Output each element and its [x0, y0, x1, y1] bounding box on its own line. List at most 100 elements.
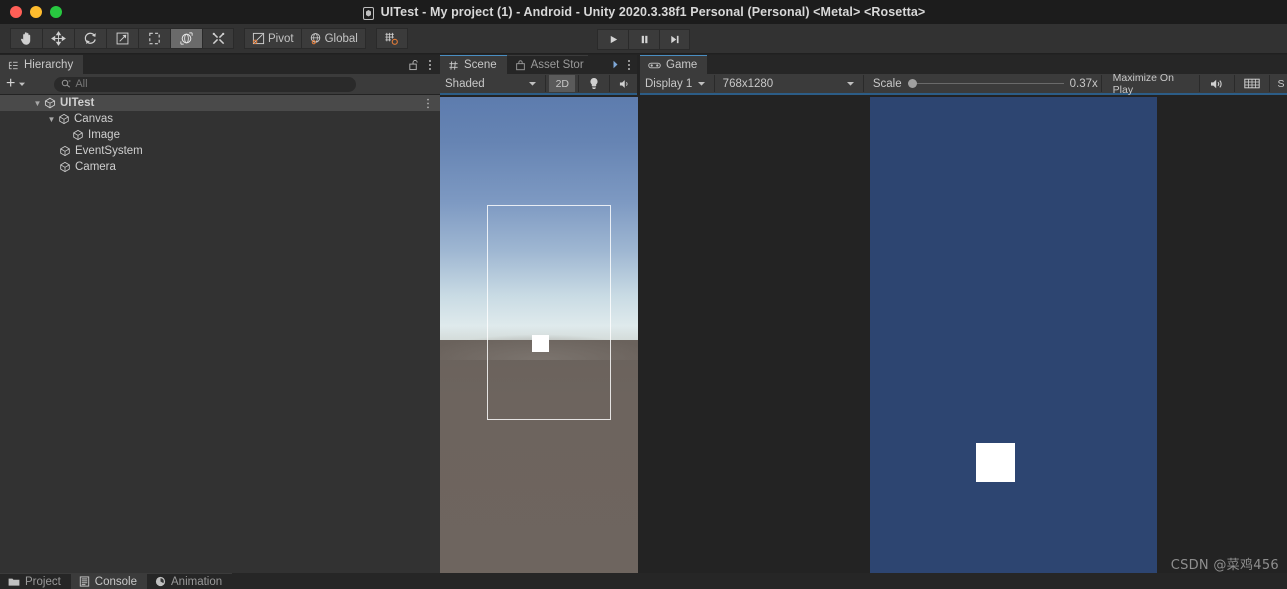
scene-viewport[interactable]: [440, 97, 638, 573]
tree-row-camera[interactable]: Camera: [0, 159, 440, 175]
twisty-expanded-icon[interactable]: ▼: [45, 115, 58, 124]
gizmos-grid-icon: [1244, 78, 1260, 89]
window-titlebar: UITest - My project (1) - Android - Unit…: [0, 0, 1287, 24]
speaker-icon: [619, 78, 631, 90]
zoom-window-button[interactable]: [50, 6, 62, 18]
maximize-on-play-label: Maximize On Play: [1112, 71, 1174, 96]
scene-toolbar: Shaded 2D: [440, 74, 638, 95]
tab-hierarchy[interactable]: Hierarchy: [0, 55, 84, 74]
tab-scene-label: Scene: [464, 59, 497, 71]
scene-draw-mode-dropdown[interactable]: Shaded: [440, 75, 543, 92]
game-mute-toggle[interactable]: [1203, 75, 1232, 92]
chevron-down-icon: [528, 79, 537, 88]
rotate-icon: [83, 31, 98, 46]
minimize-window-button[interactable]: [30, 6, 42, 18]
tab-game-label: Game: [666, 59, 698, 71]
step-icon: [669, 34, 680, 45]
tree-row-uitest[interactable]: ▼ UITest: [0, 95, 440, 111]
hierarchy-toolbar: + All: [0, 74, 440, 95]
scene-grid-icon: [448, 60, 459, 71]
game-resolution-dropdown[interactable]: 768x1280: [717, 75, 860, 92]
game-resolution-label: 768x1280: [722, 77, 774, 90]
pause-button[interactable]: [628, 28, 659, 50]
game-stats-toggle[interactable]: S: [1272, 75, 1287, 92]
wrench-hammer-icon: [211, 31, 226, 46]
tree-label-uitest: UITest: [60, 97, 95, 109]
step-button[interactable]: [659, 28, 690, 50]
kebab-menu-icon[interactable]: [627, 59, 631, 71]
unity-editor-window: UITest - My project (1) - Android - Unit…: [0, 0, 1287, 589]
gameobject-icon: [58, 113, 70, 125]
hierarchy-tree: ▼ UITest ▼ Canvas Image EventSystem Came…: [0, 95, 440, 175]
game-display-dropdown[interactable]: Display 1: [640, 75, 711, 92]
tree-row-eventsystem[interactable]: EventSystem: [0, 143, 440, 159]
game-display-label: Display 1: [645, 77, 693, 90]
game-gizmos-toggle[interactable]: [1238, 75, 1267, 92]
tab-animation[interactable]: Animation: [147, 573, 233, 589]
tab-hierarchy-label: Hierarchy: [24, 59, 74, 71]
tab-game[interactable]: Game: [640, 55, 708, 74]
game-toolbar: Display 1 768x1280 Scale 0.37x Maximize …: [640, 72, 1287, 96]
rect-tool-button[interactable]: [138, 28, 170, 49]
speaker-icon: [1210, 78, 1224, 90]
tree-row-image[interactable]: Image: [0, 127, 440, 143]
twisty-expanded-icon[interactable]: ▼: [31, 99, 44, 108]
transform-tool-button[interactable]: [170, 28, 202, 49]
transform-tools-group: [10, 28, 234, 49]
console-icon: [79, 576, 90, 587]
globe-icon: [309, 32, 322, 45]
traffic-lights: [0, 6, 62, 18]
scene-icon: [44, 97, 56, 109]
pivot-global-group: Pivot Global: [244, 28, 366, 49]
close-window-button[interactable]: [10, 6, 22, 18]
lock-open-icon[interactable]: [408, 59, 419, 71]
game-viewport[interactable]: [870, 97, 1157, 573]
rotate-tool-button[interactable]: [74, 28, 106, 49]
scene-image-object[interactable]: [532, 335, 549, 352]
scale-icon: [115, 31, 130, 46]
tab-asset-store-label: Asset Stor: [530, 59, 584, 71]
custom-editor-tool-button[interactable]: [202, 28, 234, 49]
tab-console[interactable]: Console: [70, 573, 147, 589]
tab-asset-store[interactable]: Asset Stor: [506, 55, 588, 74]
hierarchy-tabbar: Hierarchy: [0, 55, 440, 74]
asset-store-icon: [515, 59, 526, 71]
maximize-on-play-toggle[interactable]: Maximize On Play: [1104, 72, 1197, 96]
clock-icon: [155, 576, 166, 587]
global-toggle-button[interactable]: Global: [300, 28, 366, 49]
create-gameobject-button[interactable]: +: [6, 76, 32, 92]
pause-icon: [639, 34, 650, 45]
scene-context-menu-icon[interactable]: [426, 95, 430, 111]
game-scale-slider[interactable]: Scale 0.37x: [867, 78, 1098, 90]
unity-logo-icon: [362, 6, 375, 20]
light-bulb-icon: [588, 77, 600, 90]
grid-snap-button[interactable]: [375, 28, 408, 49]
slider-track: [907, 83, 1064, 84]
chevron-right-icon[interactable]: [612, 60, 619, 69]
hand-tool-button[interactable]: [10, 28, 42, 49]
game-scale-label: Scale: [872, 77, 902, 90]
scene-audio-toggle[interactable]: [613, 75, 638, 92]
tab-console-label: Console: [94, 575, 137, 588]
scene-lighting-toggle[interactable]: [582, 75, 607, 92]
tab-project[interactable]: Project: [0, 573, 71, 589]
slider-thumb[interactable]: [907, 79, 917, 88]
tree-label-eventsystem: EventSystem: [75, 145, 143, 157]
pivot-label: Pivot: [268, 32, 294, 45]
play-button[interactable]: [597, 28, 628, 50]
scene-2d-toggle[interactable]: 2D: [549, 75, 576, 92]
scene-draw-mode-label: Shaded: [445, 77, 485, 90]
tree-row-canvas[interactable]: ▼ Canvas: [0, 111, 440, 127]
tab-scene[interactable]: Scene: [440, 55, 507, 74]
tab-project-label: Project: [25, 575, 61, 588]
game-stats-label: S: [1277, 77, 1285, 90]
kebab-menu-icon[interactable]: [428, 59, 432, 71]
hierarchy-tabbar-actions: [408, 55, 440, 74]
search-input[interactable]: All: [54, 76, 357, 92]
move-tool-button[interactable]: [42, 28, 74, 49]
pivot-toggle-button[interactable]: Pivot: [244, 28, 301, 49]
transform-gizmo-icon: [179, 31, 194, 46]
hierarchy-panel: Hierarchy + All ▼ UITest ▼ Canvas Image …: [0, 55, 440, 573]
scale-tool-button[interactable]: [106, 28, 138, 49]
tree-label-camera: Camera: [75, 161, 116, 173]
